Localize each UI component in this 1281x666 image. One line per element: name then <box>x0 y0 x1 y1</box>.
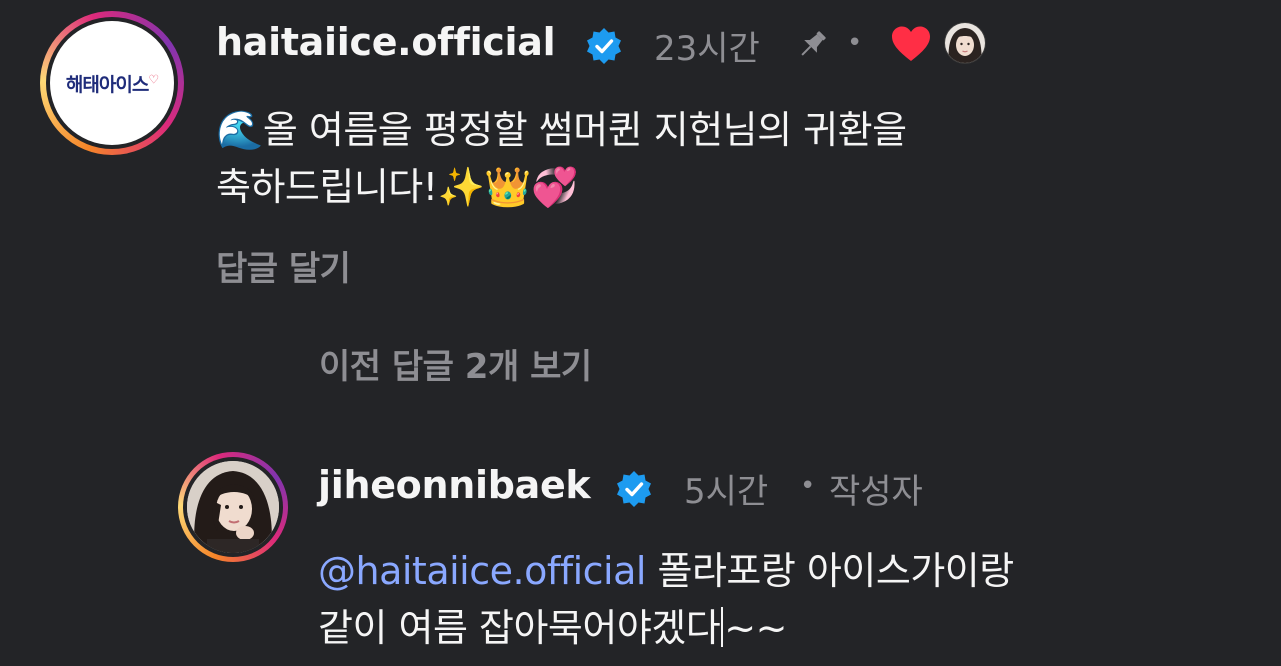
sparkle-crown-heart-emoji: ✨👑💞 <box>437 165 579 209</box>
comment-line-2-text: 축하드립니다! <box>216 165 438 209</box>
liker-avatar-icon[interactable] <box>943 21 987 65</box>
comment-time: 23시간 <box>654 29 760 69</box>
reply-button[interactable]: 답글 달기 <box>216 241 351 290</box>
comment-line-1: 🌊올 여름을 평정할 썸머퀸 지헌님의 귀환을 <box>216 102 907 159</box>
reply-avatar[interactable] <box>178 452 288 562</box>
haitai-logo: 해태아이스♡ <box>50 21 174 145</box>
comment-line-1-text: 올 여름을 평정할 썸머퀸 지헌님의 귀환을 <box>262 108 907 152</box>
reply-line-2-text: 같이 여름 잡아묵어야겠다 <box>318 606 721 650</box>
mention-link[interactable]: @haitaiice.official <box>318 549 646 593</box>
pin-icon <box>801 31 826 56</box>
verified-badge-icon <box>587 28 621 64</box>
reply-username[interactable]: jiheonnibaek <box>318 463 591 507</box>
reply-body: @haitaiice.official 폴라포랑 아이스가이랑 같이 여름 잡아… <box>318 543 1014 657</box>
verified-badge-icon <box>617 471 651 507</box>
view-previous-replies[interactable]: 이전 답글 2개 보기 <box>319 339 592 388</box>
logo-text: 해태아이스♡ <box>65 72 159 96</box>
reply-line-1-text: 폴라포랑 아이스가이랑 <box>645 549 1015 593</box>
logo-heart-icon: ♡ <box>148 72 159 87</box>
reply-avatar-photo <box>187 461 279 553</box>
text-cursor <box>721 607 724 647</box>
reply-line-1: @haitaiice.official 폴라포랑 아이스가이랑 <box>318 543 1014 600</box>
reply-line-2-tail: ~~ <box>724 606 787 650</box>
comment-avatar[interactable]: 해태아이스♡ <box>40 11 184 155</box>
profile-photo-icon <box>187 461 279 553</box>
heart-icon[interactable] <box>890 25 932 63</box>
comment-username[interactable]: haitaiice.official <box>216 20 556 64</box>
wave-emoji: 🌊 <box>216 108 263 152</box>
comment-body: 🌊올 여름을 평정할 썸머퀸 지헌님의 귀환을 축하드립니다!✨👑💞 <box>216 102 907 216</box>
comment-line-2: 축하드립니다!✨👑💞 <box>216 159 907 216</box>
reply-time: 5시간 <box>684 472 769 512</box>
meta-separator: • <box>847 28 863 58</box>
reply-line-2: 같이 여름 잡아묵어야겠다 ~~ <box>318 600 1014 657</box>
author-badge: 작성자 <box>829 472 923 512</box>
meta-separator: • <box>800 471 816 501</box>
